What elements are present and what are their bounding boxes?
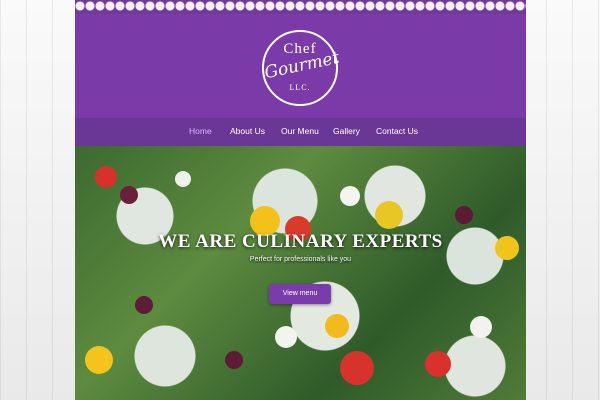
view-menu-button[interactable]: View menu <box>269 284 331 304</box>
hero-title: WE ARE CULINARY EXPERTS <box>158 231 443 252</box>
site-container: Chef Gourmet LLC. Home About Us Our Menu… <box>75 0 526 400</box>
feta-shape <box>340 186 360 206</box>
cranberry-shape <box>455 206 473 224</box>
nav-gallery[interactable]: Gallery <box>333 126 360 136</box>
hero-subtitle: Perfect for professionals like you <box>249 256 352 263</box>
site-header: Chef Gourmet LLC. <box>75 14 526 118</box>
nav-our-menu[interactable]: Our Menu <box>281 126 319 136</box>
cranberry-shape <box>225 351 243 369</box>
nav-home[interactable]: Home <box>189 126 212 136</box>
cranberry-shape <box>120 186 138 204</box>
pepper-shape <box>85 346 113 374</box>
tomato-shape <box>340 351 374 385</box>
pepper-shape <box>375 201 403 229</box>
main-nav: Home About Us Our Menu Gallery Contact U… <box>75 118 526 146</box>
tomato-shape <box>95 166 117 188</box>
tomato-shape <box>425 351 451 377</box>
pepper-shape <box>325 314 349 338</box>
cranberry-shape <box>135 296 153 314</box>
feta-shape <box>175 171 191 187</box>
nav-about-us[interactable]: About Us <box>230 126 265 136</box>
hero-banner: WE ARE CULINARY EXPERTS Perfect for prof… <box>75 146 526 400</box>
feta-shape <box>470 316 492 338</box>
chef-gourmet-logo[interactable]: Chef Gourmet LLC. <box>262 30 341 106</box>
nav-contact-us[interactable]: Contact Us <box>376 126 418 136</box>
logo-llc-text: LLC. <box>289 83 311 92</box>
feta-shape <box>275 326 297 348</box>
